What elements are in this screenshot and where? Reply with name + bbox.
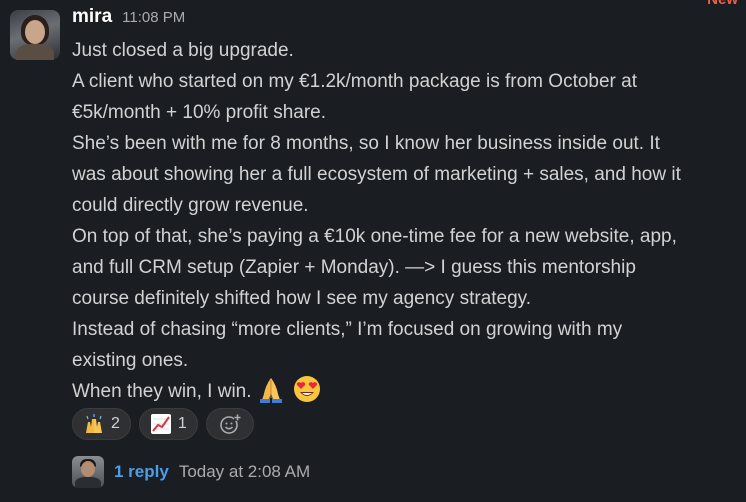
message-line: course definitely shifted how I see my a… [72,288,532,309]
reactions-bar: 2 1 [72,408,254,440]
author-avatar[interactable] [10,10,60,60]
reaction-raising-hands[interactable]: 2 [72,408,131,440]
reply-count-link[interactable]: 1 reply [114,462,169,482]
message-line: existing ones. [72,350,189,371]
message-line: On top of that, she’s paying a €10k one-… [72,226,677,247]
add-reaction-button[interactable] [205,408,254,440]
message-line: She’s been with me for 8 months, so I kn… [72,133,660,154]
reaction-chart-increasing[interactable]: 1 [138,408,198,440]
chart-increasing-icon [150,414,171,434]
message-header: mira 11:08 PM [72,6,185,32]
message-line: When they win, I win. [72,381,252,402]
add-reaction-icon [220,414,241,434]
raising-hands-icon [86,414,102,433]
message-last-line: When they win, I win. [72,375,744,407]
message-line: Just closed a big upgrade. [72,40,294,61]
thread-summary[interactable]: 1 reply Today at 2:08 AM [72,456,310,488]
message-body: Just closed a big upgrade. A client who … [72,35,744,407]
reaction-count: 1 [177,415,187,432]
message-line: €5k/month + 10% profit share. [72,102,327,123]
reply-avatar[interactable] [72,456,104,488]
reaction-count: 2 [111,415,120,432]
message-timestamp[interactable]: 11:08 PM [122,9,185,26]
message-line: could directly grow revenue. [72,195,309,216]
last-reply-time: Today at 2:08 AM [178,462,311,481]
smiling-face-with-heart-eyes-icon [293,375,320,402]
message-line: was about showing her a full ecosystem o… [72,164,681,185]
message-line: Instead of chasing “more clients,” I’m f… [72,319,623,340]
new-messages-badge: New [707,0,738,8]
message-line: and full CRM setup (Zapier + Monday). —>… [72,257,636,278]
author-name[interactable]: mira [72,6,112,28]
message-line: A client who started on my €1.2k/month p… [72,71,637,92]
folded-hands-icon [259,377,282,403]
